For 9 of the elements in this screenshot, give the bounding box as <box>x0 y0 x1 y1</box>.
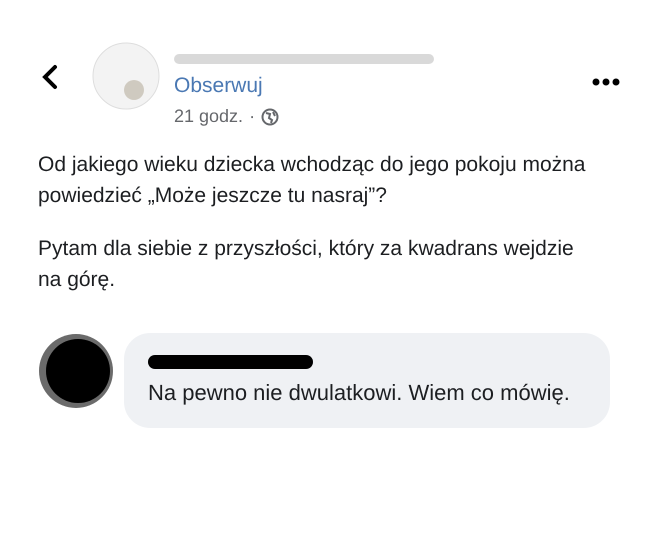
post-text: Pytam dla siebie z przyszłości, który za kwadrans wejdzie na górę. <box>38 236 575 293</box>
separator: · <box>249 106 256 127</box>
more-icon[interactable] <box>592 78 620 86</box>
avatar-icon <box>92 42 160 110</box>
post-text: Od jakiego wieku dziecka wchodząc do jego pokoju można powiedzieć „Może jeszcze tu nasraj”? <box>38 152 586 209</box>
comment-text: Na pewno nie dwulatkowi. Wiem co mówię. <box>148 379 571 407</box>
timestamp: 21 godz. <box>174 106 244 127</box>
follow-link[interactable]: Obserwuj <box>174 74 592 98</box>
globe-icon <box>261 108 280 126</box>
